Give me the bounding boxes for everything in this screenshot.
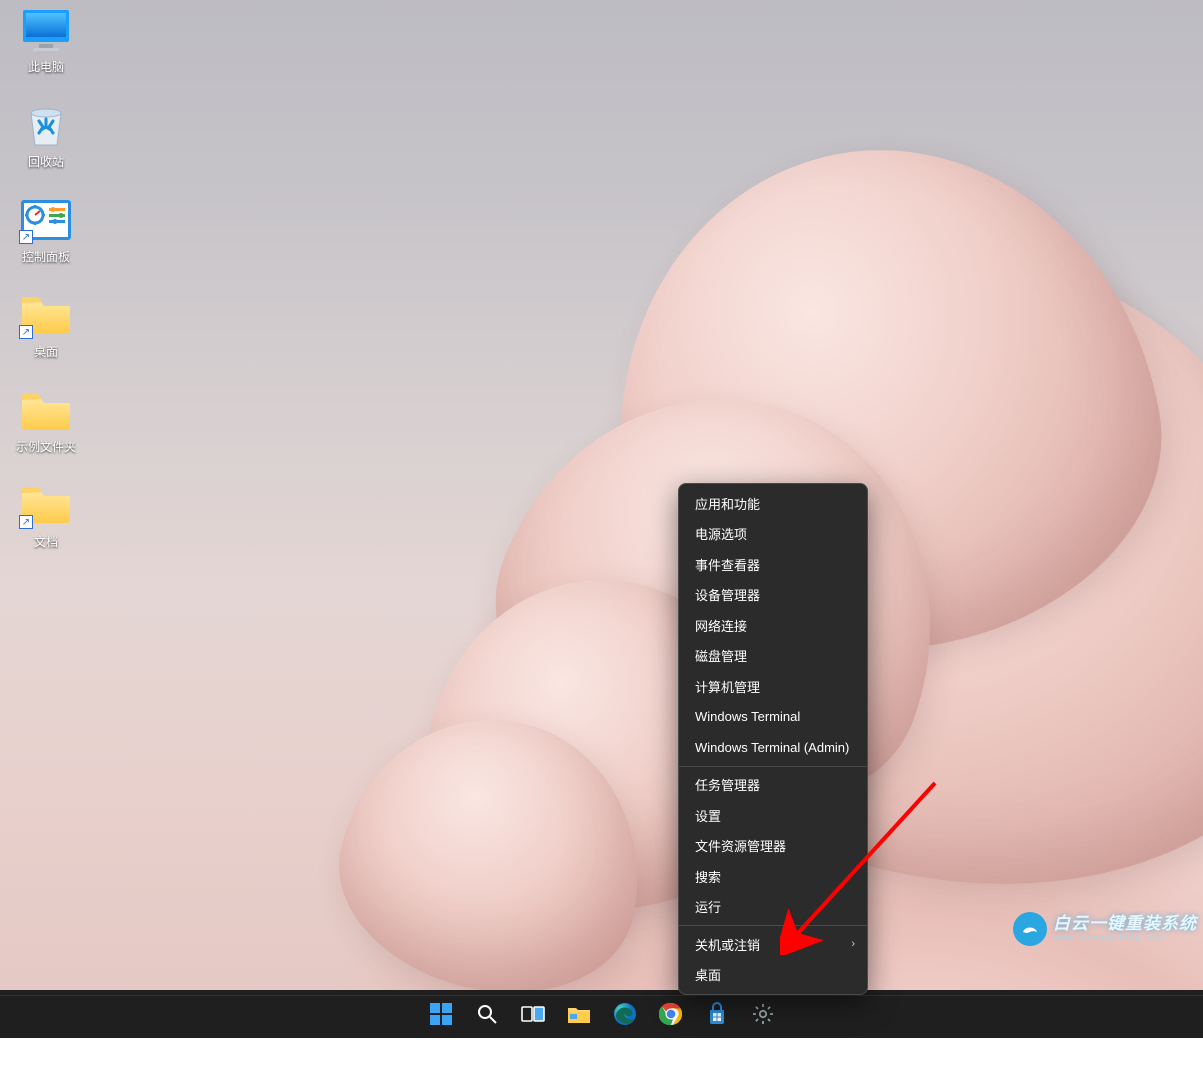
- desktop-icon-documents-folder[interactable]: ↗ 文档: [8, 483, 84, 550]
- watermark: 白云一键重装系统 www.baiyunxitong.com: [1013, 912, 1197, 946]
- desktop-icon-label: 回收站: [28, 153, 64, 170]
- start-icon: [430, 1003, 452, 1025]
- taskbar-task-view[interactable]: [513, 994, 553, 1034]
- desktop-icon-desktop-folder[interactable]: ↗ 桌面: [8, 293, 84, 360]
- menu-item-apps-features[interactable]: 应用和功能: [679, 488, 867, 519]
- watermark-logo-icon: [1013, 912, 1047, 946]
- desktop-icon-control-panel[interactable]: ↗ 控制面板: [8, 198, 84, 265]
- menu-separator: [679, 925, 867, 926]
- menu-item-label: 设备管理器: [695, 585, 760, 604]
- watermark-url: www.baiyunxitong.com: [1053, 933, 1197, 943]
- menu-item-computer-management[interactable]: 计算机管理: [679, 671, 867, 702]
- desktop-icon-label: 示例文件夹: [16, 438, 76, 455]
- desktop-icon-recycle-bin[interactable]: 回收站: [8, 103, 84, 170]
- menu-item-device-manager[interactable]: 设备管理器: [679, 580, 867, 611]
- menu-item-label: 应用和功能: [695, 494, 760, 513]
- desktop-icon-sample-folder[interactable]: 示例文件夹: [8, 388, 84, 455]
- menu-item-label: 网络连接: [695, 616, 747, 635]
- file-explorer-icon: [567, 1004, 591, 1024]
- search-icon: [476, 1003, 498, 1025]
- winx-context-menu: 应用和功能 电源选项 事件查看器 设备管理器 网络连接 磁盘管理 计算机管理 W…: [678, 483, 868, 995]
- desktop-icon-label: 桌面: [34, 343, 58, 360]
- desktop-icon-column: 此电脑 回收站 ↗ 控制面板 ↗ 桌面 示例文件夹: [8, 8, 84, 550]
- menu-item-label: 文件资源管理器: [695, 836, 786, 855]
- menu-item-settings[interactable]: 设置: [679, 800, 867, 831]
- menu-item-label: 关机或注销: [695, 935, 760, 954]
- watermark-title: 白云一键重装系统: [1053, 915, 1197, 934]
- menu-item-shutdown-signout[interactable]: 关机或注销 ›: [679, 929, 867, 960]
- edge-icon: [613, 1002, 637, 1026]
- recycle-bin-icon: [21, 101, 71, 151]
- menu-item-label: 设置: [695, 806, 721, 825]
- menu-item-label: Windows Terminal (Admin): [695, 740, 849, 755]
- taskbar-chrome[interactable]: [651, 994, 691, 1034]
- chevron-right-icon: ›: [851, 938, 855, 950]
- crop-line: [0, 995, 1203, 996]
- menu-item-label: 运行: [695, 897, 721, 916]
- menu-item-file-explorer[interactable]: 文件资源管理器: [679, 831, 867, 862]
- menu-item-label: Windows Terminal: [695, 709, 800, 724]
- chrome-icon: [659, 1002, 683, 1026]
- menu-item-label: 磁盘管理: [695, 646, 747, 665]
- menu-item-network-connections[interactable]: 网络连接: [679, 610, 867, 641]
- taskbar-settings[interactable]: [743, 994, 783, 1034]
- menu-item-task-manager[interactable]: 任务管理器: [679, 770, 867, 801]
- menu-item-event-viewer[interactable]: 事件查看器: [679, 549, 867, 580]
- menu-item-label: 桌面: [695, 965, 721, 984]
- menu-item-desktop[interactable]: 桌面: [679, 960, 867, 991]
- menu-item-search[interactable]: 搜索: [679, 861, 867, 892]
- monitor-icon: [19, 8, 73, 54]
- desktop-icon-label: 文档: [34, 533, 58, 550]
- menu-item-power-options[interactable]: 电源选项: [679, 519, 867, 550]
- menu-item-disk-management[interactable]: 磁盘管理: [679, 641, 867, 672]
- taskbar-edge[interactable]: [605, 994, 645, 1034]
- menu-item-run[interactable]: 运行: [679, 892, 867, 923]
- task-view-icon: [521, 1004, 545, 1024]
- menu-item-label: 搜索: [695, 867, 721, 886]
- shortcut-overlay-icon: ↗: [19, 325, 33, 339]
- menu-item-label: 任务管理器: [695, 775, 760, 794]
- shortcut-overlay-icon: ↗: [19, 230, 33, 244]
- folder-icon: [19, 390, 73, 432]
- desktop[interactable]: 此电脑 回收站 ↗ 控制面板 ↗ 桌面 示例文件夹: [0, 0, 1203, 990]
- desktop-icon-label: 控制面板: [22, 248, 70, 265]
- desktop-icon-this-pc[interactable]: 此电脑: [8, 8, 84, 75]
- menu-separator: [679, 766, 867, 767]
- settings-icon: [751, 1002, 775, 1026]
- menu-item-label: 电源选项: [695, 524, 747, 543]
- menu-item-label: 计算机管理: [695, 677, 760, 696]
- menu-item-windows-terminal-admin[interactable]: Windows Terminal (Admin): [679, 732, 867, 763]
- store-icon: [705, 1002, 729, 1026]
- menu-item-windows-terminal[interactable]: Windows Terminal: [679, 702, 867, 733]
- desktop-icon-label: 此电脑: [28, 58, 64, 75]
- menu-item-label: 事件查看器: [695, 555, 760, 574]
- taskbar-file-explorer[interactable]: [559, 994, 599, 1034]
- start-button[interactable]: [421, 994, 461, 1034]
- taskbar-search[interactable]: [467, 994, 507, 1034]
- shortcut-overlay-icon: ↗: [19, 515, 33, 529]
- taskbar: [0, 990, 1203, 1038]
- taskbar-store[interactable]: [697, 994, 737, 1034]
